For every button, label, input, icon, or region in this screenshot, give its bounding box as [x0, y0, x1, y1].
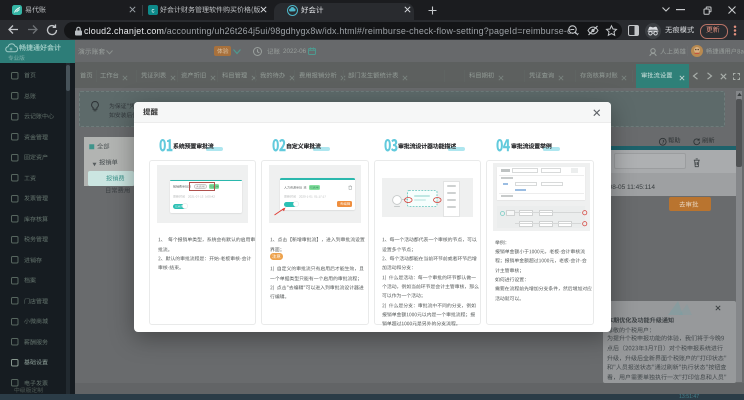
svg-text:c: c — [152, 8, 155, 14]
